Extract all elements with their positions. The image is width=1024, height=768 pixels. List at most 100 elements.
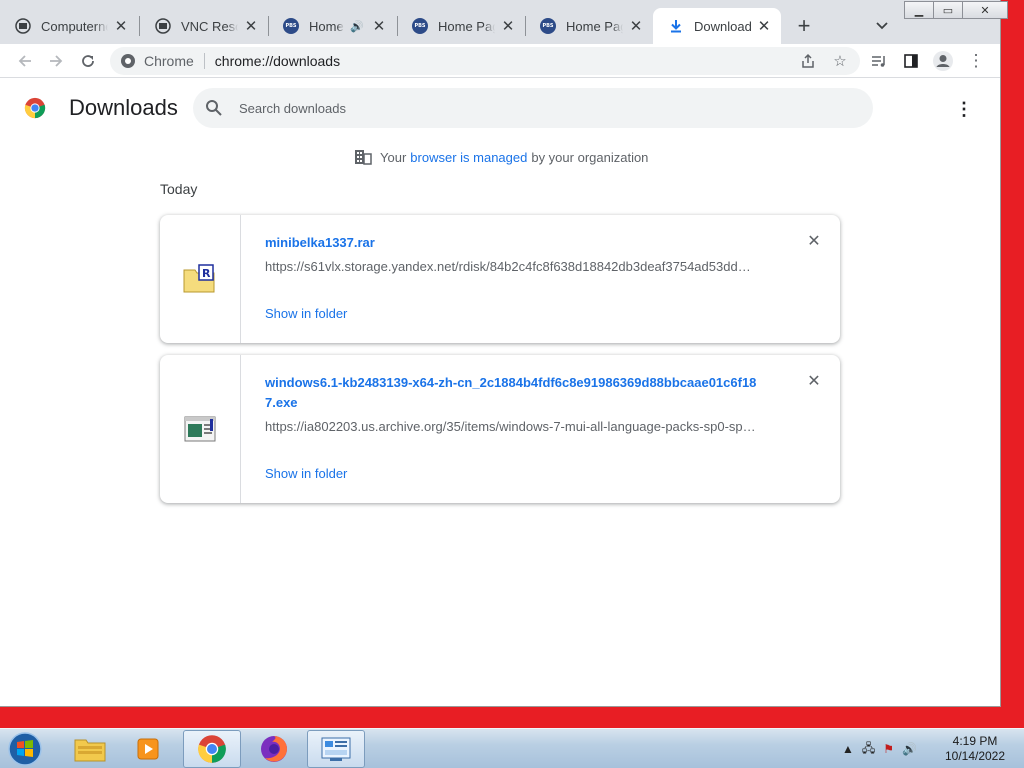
- bookmark-star-icon[interactable]: ☆: [830, 51, 850, 71]
- page-title: Downloads: [69, 95, 178, 120]
- file-icon-column: [160, 355, 241, 503]
- address-bar[interactable]: Chrome chrome://downloads ☆: [110, 47, 860, 75]
- file-name-link[interactable]: windows6.1-kb2483139-x64-zh-cn_2c1884b4f…: [265, 373, 765, 413]
- url-text[interactable]: chrome://downloads: [215, 53, 340, 69]
- tab-title: Computernewb: [41, 18, 108, 34]
- omnibox-divider: [203, 53, 205, 69]
- clock-date: 10/14/2022: [944, 749, 1006, 763]
- maximize-button[interactable]: ▭: [933, 1, 963, 19]
- tab-title: Downloads: [694, 18, 751, 34]
- search-icon: [206, 100, 222, 116]
- taskbar-firefox[interactable]: [245, 730, 303, 768]
- file-name-link[interactable]: minibelka1337.rar: [265, 233, 765, 253]
- taskbar-explorer[interactable]: [61, 730, 119, 768]
- tab-close-icon[interactable]: ✕: [112, 17, 130, 35]
- firefox-icon: [261, 736, 287, 762]
- search-bar[interactable]: [193, 88, 873, 128]
- new-tab-button[interactable]: +: [792, 13, 816, 38]
- site-chip-label: Chrome: [144, 53, 194, 69]
- svg-text:R: R: [202, 267, 211, 280]
- file-source-url[interactable]: https://s61vlx.storage.yandex.net/rdisk/…: [265, 259, 760, 274]
- pbs-icon: PBS: [539, 17, 557, 35]
- taskbar-media-player[interactable]: [120, 730, 178, 768]
- remove-close-icon[interactable]: ✕: [806, 373, 822, 390]
- download-item: windows6.1-kb2483139-x64-zh-cn_2c1884b4f…: [160, 355, 840, 503]
- date-heading: Today: [160, 181, 198, 197]
- exe-installer-icon: [184, 416, 216, 442]
- show-in-folder-link[interactable]: Show in folder: [265, 466, 347, 481]
- tab-home-page-2[interactable]: PBS Home Page ✕: [397, 8, 525, 44]
- downloads-page: Downloads ⋮ Your browser is managed by y…: [0, 79, 1000, 706]
- tab-computernewb[interactable]: Computernewb ✕: [0, 8, 138, 44]
- tab-close-icon[interactable]: ✕: [242, 17, 260, 35]
- chrome-site-icon: [121, 54, 135, 68]
- pbs-icon: PBS: [411, 17, 429, 35]
- close-window-button[interactable]: ✕: [962, 1, 1008, 19]
- tab-strip: Computernewb ✕ VNC Resolver ✕ PBS Home P…: [0, 0, 1008, 44]
- media-control-icon[interactable]: [866, 48, 892, 74]
- minimize-button[interactable]: ▁: [904, 1, 934, 19]
- chrome-menu-icon[interactable]: ⋮: [963, 48, 989, 74]
- speaker-icon[interactable]: 🔊: [348, 17, 366, 35]
- start-button[interactable]: [4, 730, 46, 768]
- tab-close-icon[interactable]: ✕: [499, 17, 517, 35]
- download-icon: [667, 17, 685, 35]
- building-icon: [355, 150, 372, 165]
- side-panel-icon[interactable]: [898, 48, 924, 74]
- file-icon-column: R: [160, 215, 241, 343]
- tray-expand-icon[interactable]: ▲: [842, 742, 854, 756]
- profile-avatar-icon[interactable]: [930, 48, 956, 74]
- reload-icon[interactable]: [75, 48, 101, 74]
- remove-close-icon[interactable]: ✕: [806, 233, 822, 250]
- downloads-header: Downloads ⋮: [0, 79, 1000, 137]
- browser-toolbar: Chrome chrome://downloads ☆ ⋮: [0, 44, 1000, 78]
- media-player-icon: [137, 738, 159, 760]
- chrome-window: Computernewb ✕ VNC Resolver ✕ PBS Home P…: [0, 0, 1008, 707]
- taskbar-clock[interactable]: 4:19 PM 10/14/2022: [935, 734, 1015, 764]
- managed-notice: Your browser is managed by your organiza…: [354, 149, 648, 165]
- taskbar-chrome[interactable]: [183, 730, 241, 768]
- tab-downloads[interactable]: Downloads ✕: [653, 8, 781, 44]
- windows-taskbar: ▲ 🖧 ⚑ 🔊 4:19 PM 10/14/2022: [0, 728, 1024, 768]
- tab-search-chevron-icon[interactable]: [870, 14, 894, 38]
- chrome-icon: [198, 735, 226, 763]
- tab-title: Home Page: [309, 18, 344, 34]
- vm-icon: [154, 17, 172, 35]
- folder-icon: [74, 739, 106, 762]
- tab-title: VNC Resolver: [181, 18, 238, 34]
- volume-icon[interactable]: 🔊: [902, 742, 917, 756]
- windows-start-icon: [8, 732, 42, 766]
- download-content: windows6.1-kb2483139-x64-zh-cn_2c1884b4f…: [265, 373, 765, 483]
- tab-close-icon[interactable]: ✕: [370, 17, 388, 35]
- back-arrow-icon[interactable]: [12, 48, 38, 74]
- vm-icon: [14, 17, 32, 35]
- tab-close-icon[interactable]: ✕: [755, 17, 773, 35]
- network-icon[interactable]: 🖧: [862, 739, 875, 760]
- search-input[interactable]: [239, 100, 839, 116]
- download-content: minibelka1337.rar https://s61vlx.storage…: [265, 233, 765, 323]
- window-controls: ▁ ▭ ✕: [904, 1, 1008, 19]
- action-center-flag-icon[interactable]: ⚑: [883, 742, 894, 756]
- control-panel-icon: [321, 737, 351, 761]
- clock-time: 4:19 PM: [952, 734, 998, 748]
- system-tray: ▲ 🖧 ⚑ 🔊: [842, 729, 925, 768]
- forward-arrow-icon[interactable]: [43, 48, 69, 74]
- download-item: R minibelka1337.rar https://s61vlx.stora…: [160, 215, 840, 343]
- tab-title: Home Page: [566, 18, 623, 34]
- taskbar-control-panel[interactable]: [307, 730, 365, 768]
- file-source-url[interactable]: https://ia802203.us.archive.org/35/items…: [265, 419, 760, 434]
- more-actions-icon[interactable]: ⋮: [952, 97, 976, 121]
- chrome-logo-icon: [24, 97, 46, 119]
- tab-vnc-resolver[interactable]: VNC Resolver ✕: [140, 8, 268, 44]
- managed-suffix: by your organization: [531, 149, 649, 165]
- rar-archive-icon: R: [183, 264, 215, 293]
- share-icon[interactable]: [798, 51, 818, 71]
- tab-home-page-3[interactable]: PBS Home Page ✕: [525, 8, 653, 44]
- managed-prefix: Your: [380, 149, 407, 165]
- show-in-folder-link[interactable]: Show in folder: [265, 306, 347, 321]
- managed-link[interactable]: browser is managed: [410, 150, 527, 165]
- tab-close-icon[interactable]: ✕: [627, 17, 645, 35]
- tab-title: Home Page: [438, 18, 495, 34]
- pbs-icon: PBS: [282, 17, 300, 35]
- tab-home-page-1[interactable]: PBS Home Page 🔊 ✕: [268, 8, 396, 44]
